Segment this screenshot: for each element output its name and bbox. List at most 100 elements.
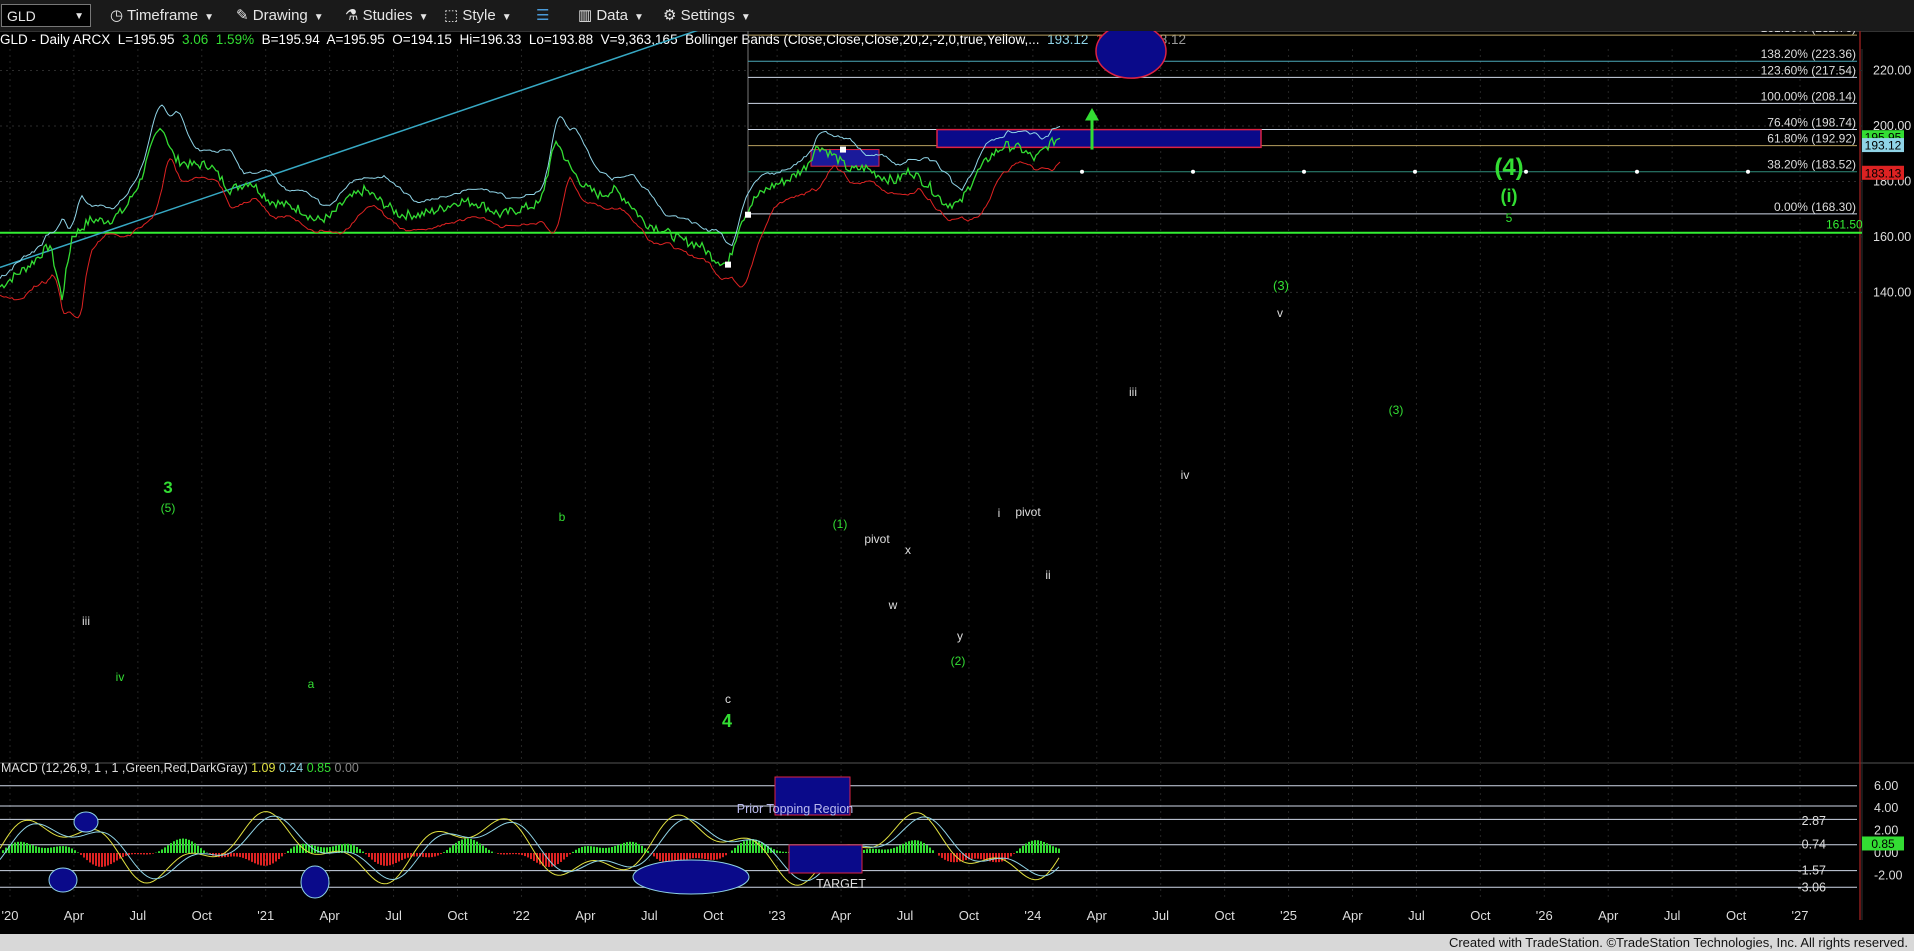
time-tick-label: '22 bbox=[513, 908, 530, 923]
footer: Created with TradeStation. ©TradeStation… bbox=[0, 934, 1914, 951]
timeframe-label: Timeframe bbox=[127, 7, 199, 24]
wave-label: b bbox=[559, 510, 566, 524]
style-menu[interactable]: ⬚ Style ▼ bbox=[444, 4, 512, 27]
target-macd-box bbox=[788, 844, 863, 874]
macd-label-part: MACD (12,26,9, 1 , 1 ,Green,Red,DarkGray… bbox=[1, 761, 248, 775]
wave-label: iv bbox=[116, 670, 125, 684]
time-tick-label: Apr bbox=[1087, 908, 1108, 923]
chevron-down-icon: ▼ bbox=[74, 11, 84, 22]
caret-down-icon: ▼ bbox=[204, 12, 215, 23]
symbol-text: GLD bbox=[7, 8, 36, 24]
macd-annotation: TARGET bbox=[816, 877, 866, 891]
macd-level-label: -1.57 bbox=[1798, 864, 1827, 878]
macd-target-ellipse bbox=[632, 859, 750, 895]
wave-label: (3) bbox=[1389, 403, 1404, 417]
caret-down-icon: ▼ bbox=[634, 12, 644, 23]
macd-level-label: 2.87 bbox=[1802, 814, 1826, 828]
style-label: Style bbox=[462, 7, 496, 24]
copyright-text: Created with TradeStation. ©TradeStation… bbox=[1448, 935, 1908, 950]
fib-level-label: 61.80% (192.92) bbox=[1767, 132, 1856, 146]
time-tick-label: Jul bbox=[1664, 908, 1681, 923]
time-tick-label: Oct bbox=[447, 908, 468, 923]
wave-label: (5) bbox=[161, 501, 176, 515]
macd-label-part: 1.09 bbox=[248, 761, 276, 775]
price-tag-label: 183.13 bbox=[1865, 166, 1902, 180]
time-tick-label: Oct bbox=[1215, 908, 1236, 923]
time-tick-label: Jul bbox=[641, 908, 658, 923]
settings-label: Settings bbox=[680, 7, 735, 24]
projection-dot bbox=[1080, 169, 1084, 174]
wave-label: 5 bbox=[1506, 211, 1513, 225]
style-icon: ⬚ bbox=[444, 7, 463, 24]
projection-dot bbox=[1413, 169, 1417, 174]
time-tick-label: '25 bbox=[1280, 908, 1297, 923]
time-tick-label: Oct bbox=[192, 908, 213, 923]
time-tick-label: Jul bbox=[897, 908, 914, 923]
caret-down-icon: ▼ bbox=[501, 12, 512, 23]
fib-level-label: 100.00% (208.14) bbox=[1761, 89, 1856, 103]
pivot-marker bbox=[725, 261, 731, 268]
macd-level-label: -3.06 bbox=[1798, 880, 1827, 894]
time-tick-label: '20 bbox=[2, 908, 19, 923]
toolbar: GLD ▼ ◷ Timeframe ▼ ✎ Drawing ▼ ⚗ Studies ▼ … bbox=[0, 0, 1914, 32]
fib-level-label: 138.20% (223.36) bbox=[1761, 47, 1856, 61]
time-tick-label: Apr bbox=[1598, 908, 1619, 923]
projection-dot bbox=[1746, 169, 1750, 174]
price-tick-label: 220.00 bbox=[1873, 64, 1911, 78]
projection-dot bbox=[1635, 169, 1639, 174]
caret-down-icon: ▼ bbox=[418, 12, 429, 23]
layout-icon: ☰ bbox=[536, 7, 550, 24]
fib-level-label: 0.00% (168.30) bbox=[1774, 200, 1856, 214]
wave-label: (2) bbox=[951, 654, 966, 668]
macd-annotation: Prior Topping Region bbox=[737, 802, 854, 816]
time-tick-label: '27 bbox=[1792, 908, 1809, 923]
macd-label-part: 0.85 bbox=[303, 761, 331, 775]
time-tick-label: '23 bbox=[769, 908, 786, 923]
price-chart[interactable]: 140.00160.00180.00200.00220.00240.00260.… bbox=[0, 31, 1914, 934]
fib-level-label: 161.80% (232.76) bbox=[1761, 31, 1856, 35]
macd-tick-label: 6.00 bbox=[1874, 779, 1898, 793]
pencil-icon: ✎ bbox=[236, 7, 253, 24]
wave-label: (3) bbox=[1273, 278, 1289, 293]
flask-icon: ⚗ bbox=[345, 7, 363, 24]
clock-icon: ◷ bbox=[110, 7, 127, 24]
time-tick-label: Apr bbox=[64, 908, 85, 923]
fib-level-label: 38.20% (183.52) bbox=[1767, 158, 1856, 172]
data-menu[interactable]: ▥ Data ▼ bbox=[578, 4, 644, 27]
projection-dot bbox=[1524, 169, 1528, 174]
projection-dot bbox=[1191, 169, 1195, 174]
time-tick-label: '24 bbox=[1024, 908, 1041, 923]
macd-target-ellipse bbox=[73, 811, 99, 833]
price-tick-label: 140.00 bbox=[1873, 285, 1911, 299]
wave-label: pivot bbox=[1015, 505, 1041, 519]
time-tick-label: Apr bbox=[575, 908, 596, 923]
projection-dot bbox=[1302, 169, 1306, 174]
time-tick-label: Apr bbox=[1342, 908, 1363, 923]
gear-icon: ⚙ bbox=[663, 7, 681, 24]
time-tick-label: Jul bbox=[1152, 908, 1169, 923]
settings-menu[interactable]: ⚙ Settings ▼ bbox=[663, 4, 751, 27]
timeframe-menu[interactable]: ◷ Timeframe ▼ bbox=[110, 4, 214, 27]
macd-study-label: MACD (12,26,9, 1 , 1 ,Green,Red,DarkGray… bbox=[1, 761, 359, 775]
macd-label-part: 0.00 bbox=[331, 761, 359, 775]
studies-menu[interactable]: ⚗ Studies ▼ bbox=[345, 4, 429, 27]
wave-label: iii bbox=[82, 614, 90, 628]
fib-level-label: 76.40% (198.74) bbox=[1767, 115, 1856, 129]
caret-down-icon: ▼ bbox=[740, 12, 751, 23]
wave-label: iv bbox=[1181, 468, 1190, 482]
wave-label: w bbox=[888, 598, 898, 612]
layout-button[interactable]: ☰ bbox=[536, 4, 549, 27]
time-tick-label: Jul bbox=[385, 908, 402, 923]
wave-label: c bbox=[725, 692, 731, 706]
pivot-marker bbox=[745, 211, 751, 218]
bar-chart-icon: ▥ bbox=[578, 7, 597, 24]
drawing-menu[interactable]: ✎ Drawing ▼ bbox=[236, 4, 324, 27]
symbol-selector[interactable]: GLD ▼ bbox=[1, 4, 91, 27]
time-tick-label: Oct bbox=[703, 908, 724, 923]
bollinger-lower-line bbox=[0, 158, 1061, 319]
time-tick-label: Apr bbox=[320, 908, 341, 923]
support-line-label: 161.50 bbox=[1826, 218, 1863, 232]
wave-label: i bbox=[998, 506, 1001, 520]
drawing-label: Drawing bbox=[252, 7, 308, 24]
macd-value-tag-label: 0.85 bbox=[1871, 837, 1895, 851]
